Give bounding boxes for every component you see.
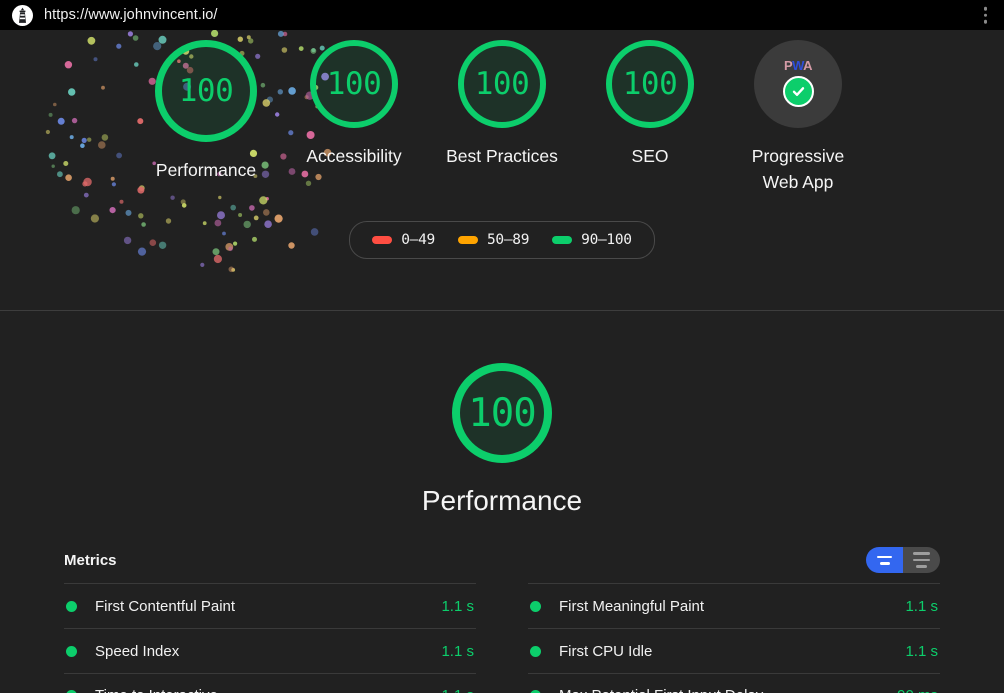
status-pass-icon [66, 600, 77, 612]
metric-row[interactable]: Speed Index 1.1 s [64, 628, 476, 673]
metric-row[interactable]: First Contentful Paint 1.1 s [64, 583, 476, 628]
gauge-label: SEO [631, 146, 669, 166]
status-pass-icon [530, 645, 541, 657]
metric-name: First Meaningful Paint [559, 597, 705, 615]
metric-value: 1.1 s [441, 597, 474, 615]
pwa-wordmark: PWA [783, 58, 813, 73]
metric-row[interactable]: First Meaningful Paint 1.1 s [528, 583, 940, 628]
metrics-column-right: First Meaningful Paint 1.1 s First CPU I… [528, 583, 940, 693]
expanded-view-button[interactable] [903, 547, 940, 573]
browser-toolbar: https://www.johnvincent.io/ [0, 0, 1004, 30]
gauge-score-value: 100 [178, 73, 234, 109]
gauge-label: Performance [155, 160, 257, 180]
legend-pill-red [372, 236, 393, 244]
category-gauge-wrapper: 100 Performance [0, 363, 1004, 517]
legend-pill-green [552, 236, 573, 244]
metrics-grid: First Contentful Paint 1.1 s Speed Index… [0, 583, 1004, 693]
score-gauge-accessibility[interactable]: 100 Accessibility [280, 40, 428, 169]
metric-name: Max Potential First Input Delay [559, 687, 897, 693]
gauge-score-value: 100 [622, 66, 678, 102]
pwa-badge: PWA [754, 40, 842, 128]
metric-value: 1.1 s [905, 642, 938, 660]
status-pass-icon [530, 600, 541, 612]
score-gauge-seo[interactable]: 100 SEO [576, 40, 724, 169]
metric-value: 1.1 s [441, 687, 474, 693]
status-pass-icon [66, 645, 77, 657]
gauge-label: Accessibility [306, 146, 402, 166]
score-legend: 0–49 50–89 90–100 [349, 221, 655, 259]
metric-value: 1.1 s [441, 642, 474, 660]
metric-value: 1.1 s [905, 597, 938, 615]
score-gauges-row: 100 Performance 100 Accessibility 100 Be… [0, 30, 1004, 195]
performance-category-section: 100 Performance Metrics First Contentful… [0, 311, 1004, 693]
gauge-label: Progressive Web App [752, 143, 844, 195]
legend-item-fail: 0–49 [372, 232, 435, 248]
metric-name: First CPU Idle [559, 642, 653, 660]
page-title: Performance [421, 485, 583, 516]
three-dot-menu-icon[interactable] [981, 4, 991, 27]
metrics-view-toggle[interactable] [866, 547, 940, 573]
check-circle-icon [782, 76, 814, 107]
legend-range: 90–100 [581, 232, 632, 248]
metric-value: 90 ms [897, 687, 938, 693]
gauge-label: Best Practices [446, 146, 558, 166]
metric-row[interactable]: Max Potential First Input Delay 90 ms [528, 673, 940, 693]
simple-view-button[interactable] [866, 547, 903, 573]
gauge-ring: 100 [458, 40, 546, 128]
gauge-score-value: 100 [326, 66, 382, 102]
score-gauge-pwa[interactable]: PWA Progressive Web App [724, 40, 872, 195]
pwa-label-line1: Progressive [751, 146, 845, 166]
legend-range: 50–89 [486, 232, 530, 248]
metric-name: Speed Index [95, 642, 180, 660]
address-bar-url[interactable]: https://www.johnvincent.io/ [44, 7, 218, 23]
metric-name: First Contentful Paint [95, 597, 236, 615]
gauge-ring: 100 [155, 40, 257, 142]
metric-row[interactable]: First CPU Idle 1.1 s [528, 628, 940, 673]
score-legend-wrapper: 0–49 50–89 90–100 [0, 221, 1004, 259]
score-gauge-best-practices[interactable]: 100 Best Practices [428, 40, 576, 169]
category-gauge: 100 [452, 363, 552, 463]
legend-item-pass: 90–100 [552, 232, 632, 248]
metrics-section-title: Metrics [64, 551, 117, 569]
category-score-value: 100 [468, 390, 536, 436]
pwa-label-line2: Web App [762, 172, 834, 192]
metrics-header: Metrics [0, 545, 1004, 575]
lighthouse-report: 100 Performance 100 Accessibility 100 Be… [0, 30, 1004, 693]
metrics-column-left: First Contentful Paint 1.1 s Speed Index… [64, 583, 476, 693]
gauge-ring: 100 [606, 40, 694, 128]
metric-name: Time to Interactive [95, 687, 441, 693]
scores-summary-section: 100 Performance 100 Accessibility 100 Be… [0, 30, 1004, 311]
lighthouse-icon [12, 4, 33, 26]
score-gauge-performance[interactable]: 100 Performance [132, 40, 280, 183]
gauge-score-value: 100 [474, 66, 530, 102]
legend-range: 0–49 [401, 232, 435, 248]
metric-row[interactable]: Time to Interactive 1.1 s [64, 673, 476, 693]
gauge-ring: 100 [310, 40, 398, 128]
legend-item-average: 50–89 [457, 232, 530, 248]
legend-pill-orange [457, 236, 478, 244]
